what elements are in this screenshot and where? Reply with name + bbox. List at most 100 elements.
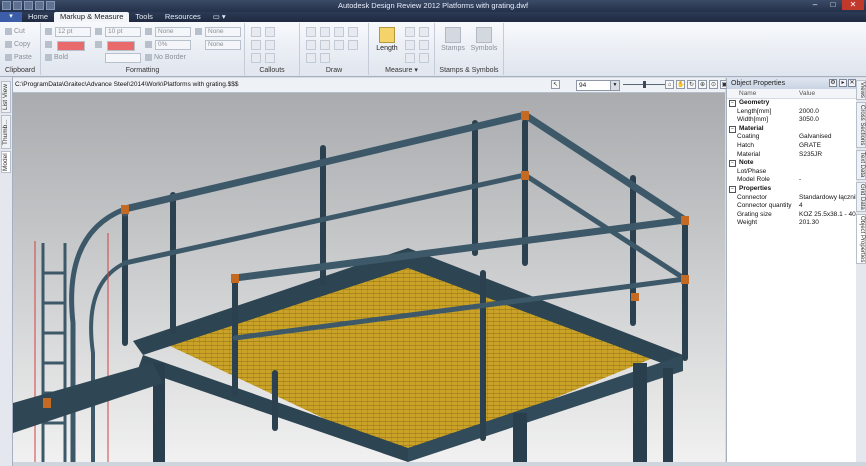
callout-text-icon[interactable] [251,40,261,50]
copy-button[interactable]: Copy [5,41,30,48]
draw-text-icon[interactable] [320,53,330,63]
clipboard-group-label: Clipboard [0,66,40,75]
collapse-icon[interactable]: − [729,125,736,133]
property-row[interactable]: Length[mm] 2000.0 [727,108,857,117]
measure-group-label[interactable]: Measure ▾ [369,66,434,75]
symbols-button[interactable]: Symbols [469,27,499,52]
tab-views[interactable]: Views [856,80,866,100]
minimize-button[interactable]: – [806,0,824,10]
property-row[interactable]: Width[mm] 3050.0 [727,116,857,125]
column [663,368,673,462]
tab-resources[interactable]: Resources [159,12,207,22]
tab-extra[interactable]: ▭ ▾ [207,12,232,22]
model-viewport[interactable] [13,93,725,462]
draw-shape-icon[interactable] [348,27,358,37]
fill-select[interactable]: None [155,27,191,37]
application-menu-button[interactable]: ▾ [0,12,22,22]
collapse-icon[interactable]: − [729,159,736,167]
measure-coordinate-icon[interactable] [419,53,429,63]
paste-button[interactable]: Paste [5,54,32,61]
bold-button[interactable]: Bold [45,54,68,61]
measure-distance-icon[interactable] [405,40,415,50]
collapse-icon[interactable]: − [729,185,736,193]
tab-text-data[interactable]: Text Data [856,150,866,180]
zoom-icon[interactable]: ⊕ [698,80,707,89]
home-icon[interactable]: ⌂ [665,80,674,89]
measure-area-icon[interactable] [405,27,415,37]
measure-calibrate-icon[interactable] [405,53,415,63]
zoom-slider-handle[interactable] [643,81,646,88]
font-color-icon [45,41,52,48]
stamps-group-label: Stamps & Symbols [435,66,503,75]
category-geometry[interactable]: − Geometry [727,99,857,108]
category-properties[interactable]: − Properties [727,185,857,194]
line-end2-select[interactable]: None [205,40,241,50]
font-color-swatch[interactable] [57,41,85,51]
horizontal-scrollbar[interactable] [13,462,866,466]
tab-markup-measure[interactable]: Markup & Measure [54,12,130,22]
draw-rect-icon[interactable] [334,27,344,37]
chevron-down-icon[interactable]: ▼ [610,81,619,90]
select-icon[interactable]: ↖ [551,80,560,89]
property-row[interactable]: Connector quantity 4 [727,202,857,211]
orbit-icon[interactable]: ↻ [687,80,696,89]
line-style-select[interactable] [105,53,141,63]
draw-cloud-icon[interactable] [348,40,358,50]
tab-cross-sections[interactable]: Cross Sections [856,102,866,148]
collapse-icon[interactable]: − [729,99,736,107]
draw-group-label: Draw [300,66,368,75]
close-button[interactable]: ✕ [842,0,864,10]
line-color-swatch[interactable] [107,41,135,51]
panel-close-icon[interactable]: ✕ [848,79,856,87]
callout-leader-icon[interactable] [265,40,275,50]
cut-button[interactable]: Cut [5,28,25,35]
line-end-select[interactable]: None [205,27,241,37]
category-note[interactable]: − Note [727,159,857,168]
maximize-button[interactable]: □ [824,0,842,10]
platform-model-drawing [13,111,689,462]
length-button[interactable]: Length [373,27,401,52]
tab-object-properties[interactable]: Object Properties [856,214,866,264]
handrail-top-rails [121,111,689,282]
zoom-slider[interactable] [623,81,671,88]
pan-icon[interactable]: ✋ [676,80,685,89]
property-row[interactable]: Coating Galvanised [727,133,857,142]
zoom-window-icon[interactable]: ⊙ [709,80,718,89]
property-row[interactable]: Connector Standardowy łącznik [727,194,857,203]
tab-thumbnails[interactable]: Thumb... [1,115,11,149]
draw-ellipse-icon[interactable] [334,40,344,50]
callout-rect-icon[interactable] [251,27,261,37]
callout-ellipse-icon[interactable] [251,53,261,63]
category-material[interactable]: − Material [727,125,857,134]
property-row[interactable]: Weight 201.30 [727,219,857,228]
property-row[interactable]: Lot/Phase [727,168,857,177]
draw-highlight-icon[interactable] [306,53,316,63]
draw-line-icon[interactable] [320,27,330,37]
property-row[interactable]: Grating size KOZ 25.5x38.1 - 40x2 [727,211,857,220]
measure-angle-icon[interactable] [419,27,429,37]
tab-home[interactable]: Home [22,12,54,22]
tab-list-view[interactable]: List View [1,81,11,113]
font-size-select[interactable]: 12 pt [55,27,91,37]
column [513,413,527,462]
transparency-select[interactable]: 0% [155,40,191,50]
property-row[interactable]: Hatch GRATE [727,142,857,151]
tab-model[interactable]: Model [1,151,11,173]
tab-tools[interactable]: Tools [129,12,159,22]
stamps-button[interactable]: Stamps [439,27,467,52]
formatting-group: 12 pt Bold 10 pt None 0% No Border None … [41,23,245,75]
draw-polyline-icon[interactable] [320,40,330,50]
panel-pin-icon[interactable]: ▸ [839,79,847,87]
zoom-select[interactable]: 94 ▼ [576,80,620,91]
draw-pen-icon[interactable] [306,27,316,37]
tab-grid-data[interactable]: Grid Data [856,182,866,212]
draw-arrow-icon[interactable] [306,40,316,50]
property-row[interactable]: Model Role - [727,176,857,185]
measure-radius-icon[interactable] [419,40,429,50]
callout-note-icon[interactable] [265,53,275,63]
line-width-select[interactable]: 10 pt [105,27,141,37]
property-row[interactable]: Material S235JR [727,151,857,160]
no-border-button[interactable]: No Border [145,54,186,61]
panel-options-icon[interactable]: ⚙ [829,79,837,87]
callout-cloud-icon[interactable] [265,27,275,37]
